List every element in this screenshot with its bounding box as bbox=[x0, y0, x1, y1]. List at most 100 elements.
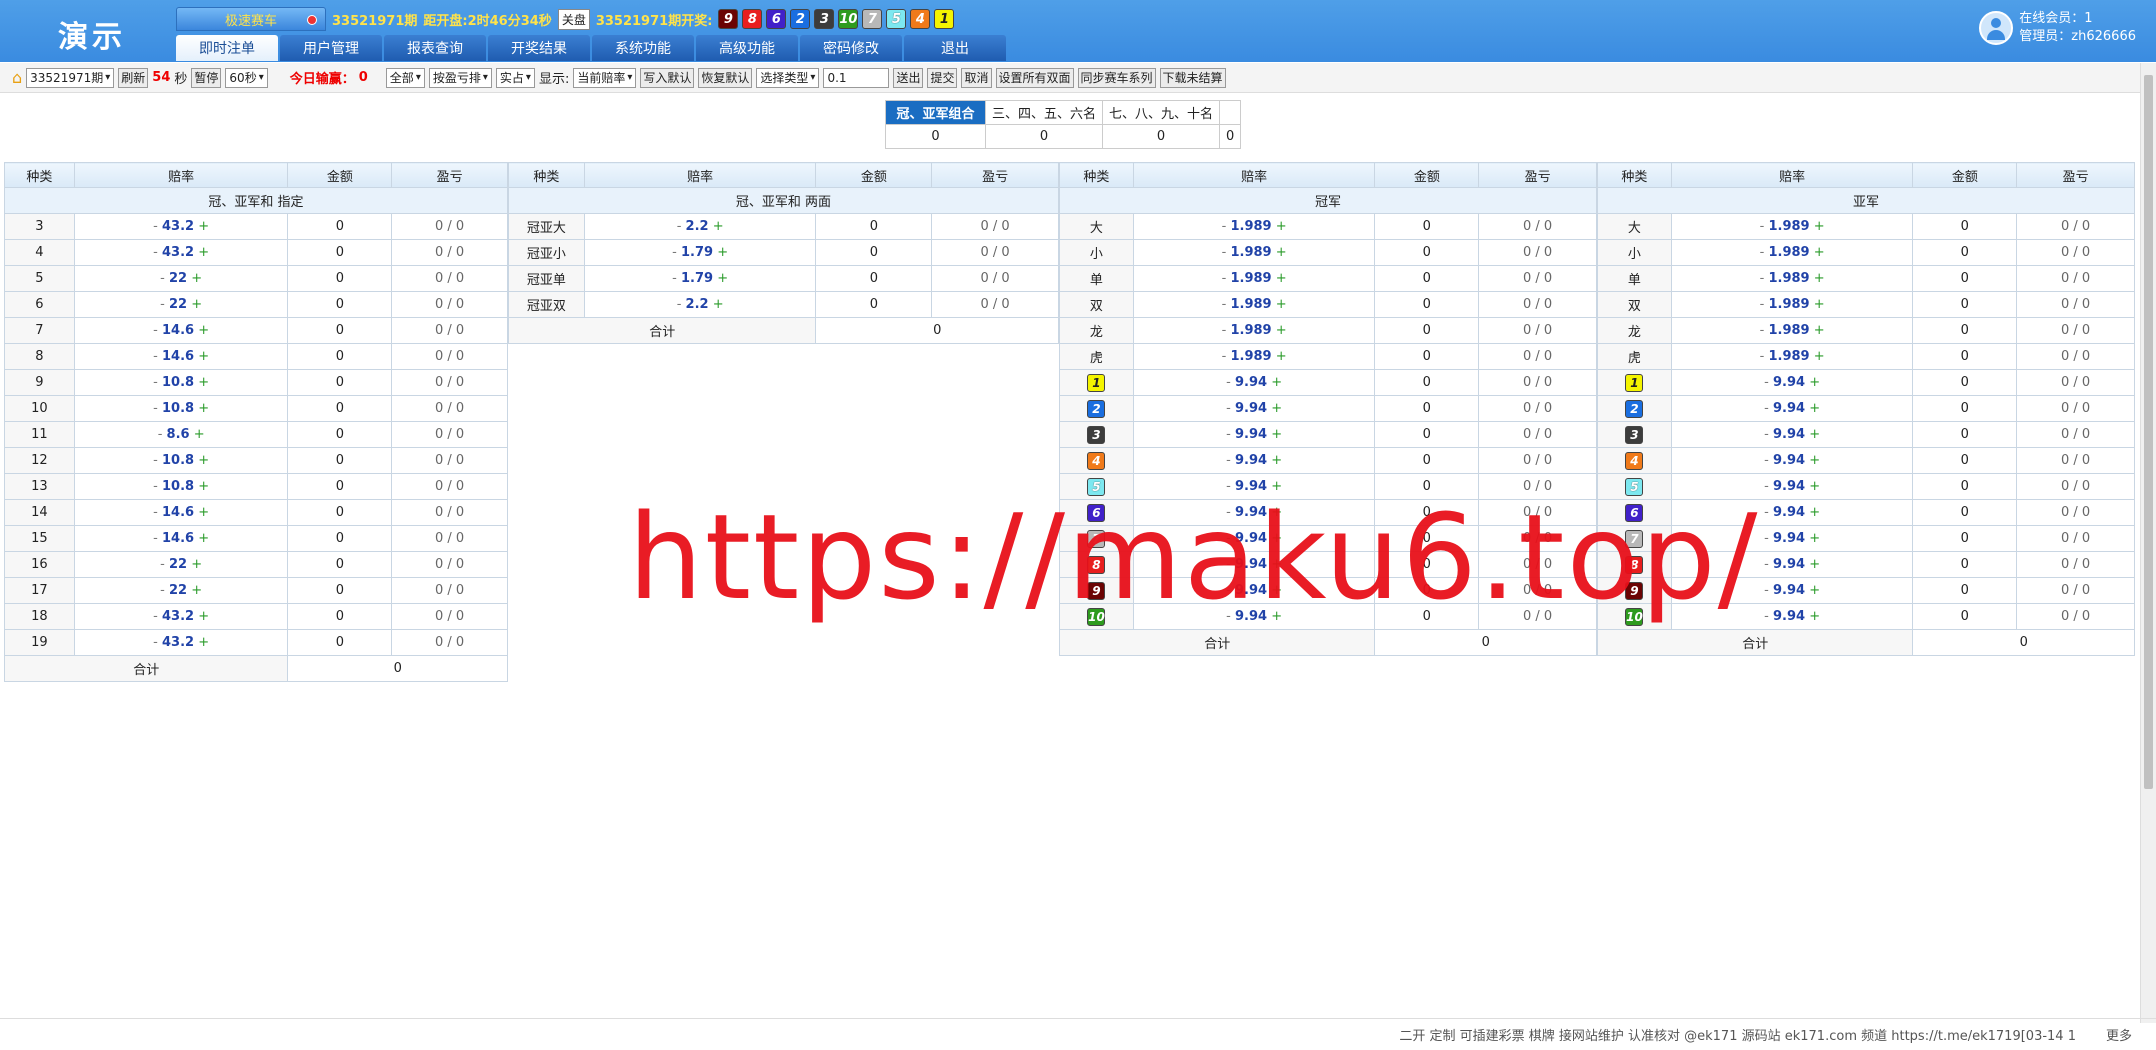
odds-value[interactable]: 22 bbox=[169, 297, 187, 312]
odds-plus-button[interactable]: + bbox=[1276, 323, 1287, 338]
odds-plus-button[interactable]: + bbox=[713, 219, 724, 234]
odds-value[interactable]: 1.989 bbox=[1230, 297, 1271, 312]
interval-select[interactable]: 60秒 bbox=[225, 67, 268, 88]
odds-plus-button[interactable]: + bbox=[198, 453, 209, 468]
odds-minus-button[interactable]: - bbox=[153, 531, 158, 546]
odds-minus-button[interactable]: - bbox=[1222, 323, 1227, 338]
odds-minus-button[interactable]: - bbox=[153, 453, 158, 468]
odds-minus-button[interactable]: - bbox=[1226, 375, 1231, 390]
odds-value[interactable]: 43.2 bbox=[162, 609, 194, 624]
odds-minus-button[interactable]: - bbox=[1760, 219, 1765, 234]
odds-value[interactable]: 1.989 bbox=[1768, 271, 1809, 286]
odds-plus-button[interactable]: + bbox=[1809, 375, 1820, 390]
odds-value[interactable]: 1.989 bbox=[1230, 245, 1271, 260]
odds-minus-button[interactable]: - bbox=[1226, 453, 1231, 468]
odds-plus-button[interactable]: + bbox=[1271, 375, 1282, 390]
odds-plus-button[interactable]: + bbox=[191, 297, 202, 312]
odds-value[interactable]: 1.79 bbox=[681, 271, 713, 286]
odds-plus-button[interactable]: + bbox=[1809, 505, 1820, 520]
step-input[interactable]: 0.1 bbox=[823, 67, 890, 88]
odds-value[interactable]: 9.94 bbox=[1773, 375, 1805, 390]
odds-minus-button[interactable]: - bbox=[153, 323, 158, 338]
odds-minus-button[interactable]: - bbox=[160, 271, 165, 286]
odds-plus-button[interactable]: + bbox=[1276, 271, 1287, 286]
odds-value[interactable]: 9.94 bbox=[1773, 505, 1805, 520]
issue-select[interactable]: 33521971期 bbox=[26, 67, 115, 88]
odds-plus-button[interactable]: + bbox=[717, 271, 728, 286]
odds-value[interactable]: 9.94 bbox=[1235, 427, 1267, 442]
nav-tab[interactable]: 退出 bbox=[904, 35, 1006, 61]
odds-minus-button[interactable]: - bbox=[160, 583, 165, 598]
odds-plus-button[interactable]: + bbox=[198, 479, 209, 494]
set-all-button[interactable]: 设置所有双面 bbox=[995, 67, 1074, 88]
odds-value[interactable]: 1.989 bbox=[1230, 219, 1271, 234]
odds-minus-button[interactable]: - bbox=[1760, 323, 1765, 338]
odds-minus-button[interactable]: - bbox=[153, 349, 158, 364]
odds-value[interactable]: 1.989 bbox=[1768, 323, 1809, 338]
odds-plus-button[interactable]: + bbox=[1814, 323, 1825, 338]
odds-value[interactable]: 14.6 bbox=[162, 323, 194, 338]
mode-select[interactable]: 实占 bbox=[495, 67, 535, 88]
odds-plus-button[interactable]: + bbox=[1814, 271, 1825, 286]
odds-value[interactable]: 9.94 bbox=[1773, 401, 1805, 416]
odds-plus-button[interactable]: + bbox=[1276, 297, 1287, 312]
odds-minus-button[interactable]: - bbox=[1226, 401, 1231, 416]
odds-minus-button[interactable]: - bbox=[1764, 557, 1769, 572]
odds-value[interactable]: 10.8 bbox=[162, 375, 194, 390]
refresh-button[interactable]: 刷新 bbox=[118, 67, 149, 88]
odds-plus-button[interactable]: + bbox=[1271, 401, 1282, 416]
odds-minus-button[interactable]: - bbox=[153, 635, 158, 650]
odds-plus-button[interactable]: + bbox=[1276, 349, 1287, 364]
odds-value[interactable]: 8.6 bbox=[167, 427, 190, 442]
nav-tab[interactable]: 密码修改 bbox=[800, 35, 902, 61]
odds-minus-button[interactable]: - bbox=[677, 219, 682, 234]
nav-tab[interactable]: 高级功能 bbox=[696, 35, 798, 61]
sync-button[interactable]: 同步赛车系列 bbox=[1077, 67, 1156, 88]
odds-plus-button[interactable]: + bbox=[1809, 557, 1820, 572]
odds-minus-button[interactable]: - bbox=[1764, 453, 1769, 468]
odds-minus-button[interactable]: - bbox=[153, 479, 158, 494]
odds-value[interactable]: 9.94 bbox=[1773, 479, 1805, 494]
odds-value[interactable]: 14.6 bbox=[162, 505, 194, 520]
odds-plus-button[interactable]: + bbox=[1809, 531, 1820, 546]
category-tab[interactable]: 三、四、五、六名 bbox=[984, 100, 1104, 125]
nav-tab[interactable]: 即时注单 bbox=[176, 35, 278, 61]
more-link[interactable]: 更多 bbox=[2106, 1025, 2132, 1044]
odds-plus-button[interactable]: + bbox=[1814, 245, 1825, 260]
odds-value[interactable]: 1.989 bbox=[1230, 349, 1271, 364]
odds-value[interactable]: 22 bbox=[169, 557, 187, 572]
odds-value[interactable]: 10.8 bbox=[162, 401, 194, 416]
odds-minus-button[interactable]: - bbox=[1222, 245, 1227, 260]
odds-plus-button[interactable]: + bbox=[1809, 479, 1820, 494]
odds-value[interactable]: 1.989 bbox=[1768, 297, 1809, 312]
odds-plus-button[interactable]: + bbox=[717, 245, 728, 260]
category-tab[interactable]: 冠、亚军组合 bbox=[885, 100, 986, 125]
odds-minus-button[interactable]: - bbox=[153, 505, 158, 520]
sort-select[interactable]: 按盈亏排 bbox=[428, 67, 492, 88]
odds-minus-button[interactable]: - bbox=[672, 271, 677, 286]
odds-plus-button[interactable]: + bbox=[1809, 609, 1820, 624]
odds-minus-button[interactable]: - bbox=[1764, 427, 1769, 442]
odds-minus-button[interactable]: - bbox=[1222, 271, 1227, 286]
odds-minus-button[interactable]: - bbox=[153, 609, 158, 624]
odds-value[interactable]: 9.94 bbox=[1773, 427, 1805, 442]
odds-minus-button[interactable]: - bbox=[158, 427, 163, 442]
odds-value[interactable]: 9.94 bbox=[1773, 609, 1805, 624]
category-tab[interactable]: 七、八、九、十名 bbox=[1102, 100, 1221, 125]
nav-tab[interactable]: 系统功能 bbox=[592, 35, 694, 61]
cancel-button[interactable]: 取消 bbox=[961, 67, 992, 88]
odds-minus-button[interactable]: - bbox=[1222, 219, 1227, 234]
scrollbar-thumb[interactable] bbox=[2144, 75, 2153, 789]
odds-plus-button[interactable]: + bbox=[1814, 297, 1825, 312]
odds-minus-button[interactable]: - bbox=[672, 245, 677, 260]
submit-button[interactable]: 提交 bbox=[927, 67, 958, 88]
odds-value[interactable]: 43.2 bbox=[162, 245, 194, 260]
game-tab[interactable]: 极速赛车 bbox=[176, 7, 326, 31]
odds-minus-button[interactable]: - bbox=[1760, 297, 1765, 312]
type-select[interactable]: 选择类型 bbox=[756, 67, 820, 88]
odds-plus-button[interactable]: + bbox=[198, 375, 209, 390]
odds-plus-button[interactable]: + bbox=[1276, 245, 1287, 260]
odds-value[interactable]: 22 bbox=[169, 583, 187, 598]
odds-value[interactable]: 9.94 bbox=[1235, 401, 1267, 416]
odds-minus-button[interactable]: - bbox=[1760, 349, 1765, 364]
